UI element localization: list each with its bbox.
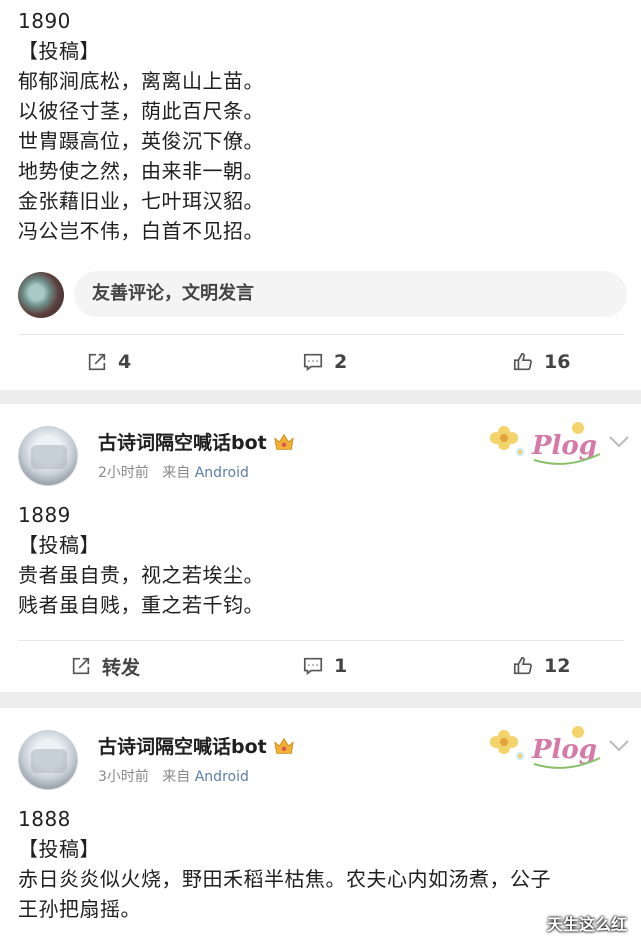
author-name[interactable]: 古诗词隔空喊话bot <box>98 428 295 455</box>
post-card-1: 1890 【投稿】 郁郁涧底松，离离山上苗。 以彼径寸茎，荫此百尺条。 世胄蹑高… <box>0 0 641 390</box>
action-bar: 4 2 16 <box>0 338 641 386</box>
thumbs-up-icon <box>513 656 532 675</box>
post-line: 【投稿】 <box>18 39 100 63</box>
comment-composer: 友善评论，文明发言 <box>18 270 628 320</box>
post-line: 1889 <box>18 503 71 527</box>
avatar[interactable] <box>18 426 78 486</box>
post-body: 1888 【投稿】 赤日炎炎似火烧，野田禾稻半枯焦。农夫心内如汤煮，公子 王孙把… <box>18 804 551 924</box>
from-label: 来自 <box>162 769 191 785</box>
action-bar: 转发 1 12 <box>0 642 641 690</box>
share-icon <box>88 353 106 371</box>
post-header: 古诗词隔空喊话bot 3小时前 来自 Android Plog <box>18 726 638 800</box>
post-line: 贵者虽自贵，视之若埃尘。 <box>18 563 264 587</box>
thumbs-up-icon <box>513 352 532 371</box>
post-line: 郁郁涧底松，离离山上苗。 <box>18 69 264 93</box>
divider <box>18 640 624 641</box>
post-header: 古诗词隔空喊话bot 2小时前 来自 Android Plog <box>18 422 638 496</box>
author-name-text: 古诗词隔空喊话bot <box>98 736 267 758</box>
post-line: 王孙把扇摇。 <box>18 897 141 921</box>
from-label: 来自 <box>162 465 191 481</box>
plog-label: Plog <box>531 431 597 461</box>
comment-input[interactable]: 友善评论，文明发言 <box>74 271 627 317</box>
post-body: 1889 【投稿】 贵者虽自贵，视之若埃尘。 贱者虽自贱，重之若千钧。 <box>18 500 264 620</box>
like-button[interactable]: 16 <box>512 338 570 386</box>
post-line: 地势使之然，由来非一朝。 <box>18 159 264 183</box>
repost-button[interactable]: 转发 <box>70 642 140 690</box>
post-line: 【投稿】 <box>18 837 100 861</box>
post-meta: 2小时前 来自 Android <box>98 462 249 482</box>
plog-badge-icon: Plog <box>490 726 601 769</box>
repost-count: 4 <box>118 351 132 373</box>
watermark: 天生这么红 <box>546 915 627 934</box>
post-line: 以彼径寸茎，荫此百尺条。 <box>18 99 264 123</box>
source-link[interactable]: Android <box>195 769 249 785</box>
repost-label: 转发 <box>102 656 141 679</box>
post-line: 1890 <box>18 9 71 33</box>
avatar <box>18 272 64 318</box>
chevron-down-icon[interactable] <box>608 738 630 754</box>
comment-button[interactable]: 1 <box>302 642 347 690</box>
post-line: 贱者虽自贱，重之若千钧。 <box>18 593 264 617</box>
like-count: 16 <box>544 351 571 373</box>
like-button[interactable]: 12 <box>512 642 570 690</box>
comment-button[interactable]: 2 <box>302 338 347 386</box>
comment-count: 1 <box>334 655 348 677</box>
comment-icon <box>303 657 323 675</box>
post-line: 1888 <box>18 807 71 831</box>
crown-icon <box>274 433 294 450</box>
chevron-down-icon[interactable] <box>608 434 630 450</box>
crown-icon <box>274 737 294 754</box>
comment-count: 2 <box>334 351 348 373</box>
post-line: 赤日炎炎似火烧，野田禾稻半枯焦。农夫心内如汤煮，公子 <box>18 867 551 891</box>
post-line: 世胄蹑高位，英俊沉下僚。 <box>18 129 264 153</box>
post-line: 金张藉旧业，七叶珥汉貂。 <box>18 189 264 213</box>
timestamp: 2小时前 <box>98 465 149 481</box>
post-meta: 3小时前 来自 Android <box>98 766 249 786</box>
comment-icon <box>303 353 323 371</box>
share-icon <box>72 657 90 675</box>
divider <box>18 334 624 335</box>
like-count: 12 <box>544 655 571 677</box>
source-link[interactable]: Android <box>195 465 249 481</box>
post-card-2: 古诗词隔空喊话bot 2小时前 来自 Android Plog 1889 【投稿… <box>0 404 641 692</box>
author-name[interactable]: 古诗词隔空喊话bot <box>98 732 295 759</box>
author-name-text: 古诗词隔空喊话bot <box>98 432 267 454</box>
post-body: 1890 【投稿】 郁郁涧底松，离离山上苗。 以彼径寸茎，荫此百尺条。 世胄蹑高… <box>18 6 264 246</box>
avatar[interactable] <box>18 730 78 790</box>
flower-icon <box>490 730 524 760</box>
plog-label: Plog <box>531 735 597 765</box>
repost-button[interactable]: 4 <box>86 338 131 386</box>
timestamp: 3小时前 <box>98 769 149 785</box>
post-line: 【投稿】 <box>18 533 100 557</box>
post-card-3: 古诗词隔空喊话bot 3小时前 来自 Android Plog 1888 【投稿… <box>0 708 641 943</box>
post-line: 冯公岂不伟，白首不见招。 <box>18 219 264 243</box>
plog-badge-icon: Plog <box>490 422 601 465</box>
flower-icon <box>490 426 524 456</box>
